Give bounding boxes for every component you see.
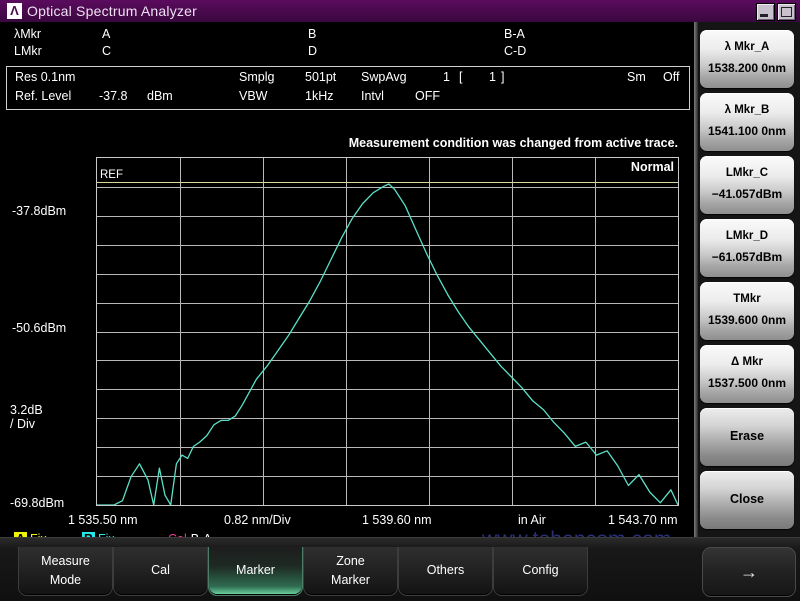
restore-icon[interactable]: [777, 3, 796, 21]
sidebar-button-title: LMkr_D: [725, 230, 769, 242]
y-axis-scale-line2: / Div: [10, 417, 35, 431]
toolbar-button-line2: Marker: [331, 573, 370, 587]
minimize-icon[interactable]: [756, 3, 775, 21]
y-axis-top-label: -37.8dBm: [12, 204, 67, 218]
next-page-button[interactable]: →: [702, 547, 796, 597]
interval-label: Intvl: [361, 89, 384, 103]
sidebar-button-value: 1539.600 0nm: [707, 313, 787, 327]
sidebar-button-title: Close: [729, 492, 765, 506]
marker-ba-label: B-A: [504, 27, 525, 41]
ref-level-label: Ref. Level: [15, 89, 72, 103]
sidebar-button-lmkr_d[interactable]: LMkr_D −61.057dBm: [700, 219, 794, 277]
vbw-value: 1kHz: [305, 89, 334, 103]
sidebar-button-title: Erase: [729, 429, 765, 443]
toolbar-button-line1: Config: [522, 563, 559, 577]
sampling-label: Smplg: [239, 70, 275, 84]
sidebar-button-close[interactable]: Close: [700, 471, 794, 529]
spectrum-plot[interactable]: Normal REF: [96, 157, 679, 506]
sidebar-button-title: λ Mkr_A: [724, 41, 770, 53]
measurement-condition-box: Res 0.1nm Ref. Level -37.8 dBm Smplg 501…: [6, 66, 690, 110]
sweep-average-label: SwpAvg: [361, 70, 407, 84]
level-marker-label: LMkr: [14, 44, 42, 58]
interval-value: OFF: [415, 89, 440, 103]
toolbar-button-zone-marker[interactable]: Zone Marker: [303, 547, 398, 596]
toolbar-button-line1: Measure: [41, 554, 90, 568]
toolbar-button-line2: Mode: [49, 573, 82, 587]
x-axis-div-label: 0.82 nm/Div: [224, 513, 291, 527]
sidebar-rail: [694, 22, 698, 537]
marker-function-sidebar: λ Mkr_A 1538.200 0nm λ Mkr_B 1541.100 0nm LM…: [694, 22, 800, 537]
smoothing-label: Sm: [627, 70, 646, 84]
sampling-value: 501pt: [305, 70, 337, 84]
lambda-marker-label: λMkr: [14, 27, 42, 41]
sweep-average-value-2: 1: [489, 70, 496, 84]
x-axis-start-label: 1 535.50 nm: [68, 513, 138, 527]
status-message: Measurement condition was changed from a…: [348, 136, 678, 150]
sidebar-button-mkr_b[interactable]: λ Mkr_B 1541.100 0nm: [700, 93, 794, 151]
window-controls: [756, 3, 796, 21]
marker-b-label: B: [308, 27, 317, 41]
spectrum-trace: [97, 183, 678, 505]
res-label: Res 0.1nm: [15, 70, 76, 84]
sweep-average-bracket-open: [: [459, 70, 463, 84]
toolbar-button-config[interactable]: Config: [493, 547, 588, 596]
ref-level-unit: dBm: [147, 89, 173, 103]
toolbar-button-line1: Others: [426, 563, 465, 577]
sidebar-button-value: −41.057dBm: [711, 187, 783, 201]
vbw-label: VBW: [239, 89, 268, 103]
toolbar-button-cal[interactable]: Cal: [113, 547, 208, 596]
sidebar-button-erase[interactable]: Erase: [700, 408, 794, 466]
y-axis-mid-label: -50.6dBm: [12, 321, 67, 335]
sidebar-button-value: 1538.200 0nm: [707, 61, 787, 75]
sidebar-button-title: Δ Mkr: [731, 356, 763, 368]
y-axis-scale-line1: 3.2dB: [10, 403, 43, 417]
sidebar-button-value: 1541.100 0nm: [707, 124, 787, 138]
marker-c-label: C: [102, 44, 112, 58]
sidebar-button-lmkr_c[interactable]: LMkr_C −41.057dBm: [700, 156, 794, 214]
x-axis-center-label: 1 539.60 nm: [362, 513, 432, 527]
marker-d-label: D: [308, 44, 318, 58]
toolbar-button-line1: Zone: [336, 554, 365, 568]
osa-window: Λ Optical Spectrum Analyzer λMkr A B B-A…: [0, 0, 800, 601]
toolbar-button-line1: Marker: [236, 563, 275, 577]
x-axis-stop-label: 1 543.70 nm: [608, 513, 678, 527]
smoothing-value: Off: [663, 70, 680, 84]
sidebar-button-tmkr[interactable]: TMkr 1539.600 0nm: [700, 282, 794, 340]
marker-cd-label: C-D: [504, 44, 527, 58]
marker-a-label: A: [102, 27, 111, 41]
y-axis-bottom-label: -69.8dBm: [10, 496, 65, 510]
toolbar-button-line1: Cal: [151, 563, 170, 577]
toolbar-button-marker[interactable]: Marker: [208, 547, 303, 596]
toolbar-button-measure-mode[interactable]: Measure Mode: [18, 547, 113, 596]
x-axis-medium-label: in Air: [518, 513, 546, 527]
arrow-right-icon: →: [740, 562, 758, 582]
sidebar-button-title: LMkr_C: [725, 167, 769, 179]
sidebar-button-title: TMkr: [733, 293, 761, 305]
window-title: Optical Spectrum Analyzer: [27, 3, 197, 19]
sidebar-button-value: −61.057dBm: [711, 250, 783, 264]
measurement-panel: λMkr A B B-A LMkr C D C-D Res 0.1nm Ref.…: [0, 22, 694, 558]
sweep-average-bracket-close: ]: [501, 70, 505, 84]
y-axis-scale-label: 3.2dB / Div: [10, 403, 43, 431]
sweep-average-value: 1: [443, 70, 450, 84]
sidebar-button-value: 1537.500 0nm: [707, 376, 787, 390]
title-bar: Λ Optical Spectrum Analyzer: [0, 0, 800, 23]
sidebar-button-mkr_a[interactable]: λ Mkr_A 1538.200 0nm: [700, 30, 794, 88]
sidebar-button-title: λ Mkr_B: [724, 104, 770, 116]
toolbar-button-others[interactable]: Others: [398, 547, 493, 596]
marker-header: λMkr A B B-A LMkr C D C-D: [6, 26, 688, 62]
ref-level-value: -37.8: [99, 89, 128, 103]
sidebar-button-mkr[interactable]: Δ Mkr 1537.500 0nm: [700, 345, 794, 403]
app-logo-icon: Λ: [7, 3, 22, 19]
bottom-toolbar: → Measure Mode Cal Marker Zone Marker Others Co…: [0, 537, 800, 601]
